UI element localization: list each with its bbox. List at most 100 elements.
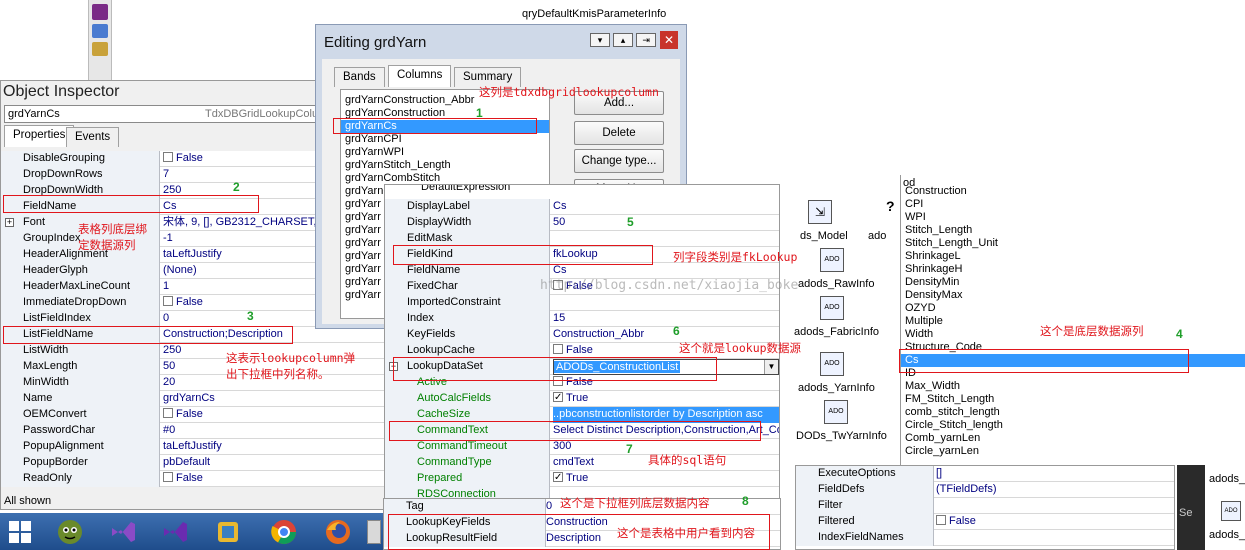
- property-value[interactable]: False: [936, 514, 1174, 530]
- ado-dataset-icon[interactable]: ADO: [820, 296, 844, 320]
- field-list-item[interactable]: ShrinkageH: [901, 263, 1245, 276]
- field-list-item[interactable]: Stitch_Length: [901, 224, 1245, 237]
- property-value[interactable]: ADODs_ConstructionList ▼: [553, 359, 779, 375]
- property-value[interactable]: ..pbconstructionlistorder by Description…: [553, 407, 779, 423]
- chrome-icon[interactable]: [264, 513, 304, 550]
- property-row[interactable]: Filtered False: [796, 514, 1174, 530]
- property-value[interactable]: False: [163, 407, 392, 423]
- component-palette-icon[interactable]: [92, 24, 108, 38]
- property-row[interactable]: ImportedConstraint: [385, 295, 779, 311]
- column-list-item[interactable]: grdYarnConstruction: [341, 107, 549, 120]
- property-value[interactable]: Select Distinct Description,Construction…: [553, 423, 779, 439]
- property-row[interactable]: Active False: [385, 375, 779, 391]
- checkbox[interactable]: [163, 296, 173, 306]
- checkbox[interactable]: [163, 152, 173, 162]
- property-row[interactable]: ListFieldName Construction;Description: [1, 327, 394, 343]
- property-row[interactable]: Name grdYarnCs: [1, 391, 394, 407]
- expand-icon[interactable]: +: [5, 218, 14, 227]
- field-list[interactable]: Construction CPI WPI Stitch_Length Stitch_Le…: [901, 185, 1245, 458]
- checkbox[interactable]: [163, 408, 173, 418]
- tortoise-app-icon[interactable]: [50, 513, 90, 550]
- property-value[interactable]: 50: [553, 215, 779, 231]
- close-icon[interactable]: ✕: [660, 31, 678, 49]
- column-list-item[interactable]: grdYarnWPI: [341, 146, 549, 159]
- field-list-item[interactable]: FM_Stitch_Length: [901, 393, 1245, 406]
- property-value[interactable]: [553, 231, 779, 247]
- field-list-item[interactable]: DensityMax: [901, 289, 1245, 302]
- property-value[interactable]: #0: [163, 423, 392, 439]
- column-list-item[interactable]: grdYarnCPI: [341, 133, 549, 146]
- property-row[interactable]: ExecuteOptions []: [796, 466, 1174, 482]
- tab-events[interactable]: Events: [66, 127, 120, 147]
- component-palette-icon[interactable]: [92, 42, 108, 56]
- property-row[interactable]: PopupBorder pbDefault: [1, 455, 394, 471]
- property-value[interactable]: grdYarnCs: [163, 391, 392, 407]
- column-list-item[interactable]: grdYarnCs: [341, 120, 549, 133]
- component-palette-icon[interactable]: [92, 4, 108, 20]
- property-value[interactable]: 15: [553, 311, 779, 327]
- checkbox[interactable]: [936, 515, 946, 525]
- property-row[interactable]: OEMConvert False: [1, 407, 394, 423]
- property-row[interactable]: FieldName Cs: [385, 263, 779, 279]
- tab-bands[interactable]: Bands: [334, 67, 385, 87]
- column-list-item[interactable]: grdYarnStitch_Length: [341, 159, 549, 172]
- property-row[interactable]: CacheSize ..pbconstructionlistorder by De…: [385, 407, 779, 423]
- checkbox[interactable]: [553, 344, 563, 354]
- minimize-icon[interactable]: ▾: [590, 33, 610, 47]
- visual-studio-icon[interactable]: [103, 513, 143, 550]
- checkbox[interactable]: [553, 376, 563, 386]
- field-list-item[interactable]: CPI: [901, 198, 1245, 211]
- ado-dataset-icon[interactable]: ADO: [820, 248, 844, 272]
- property-row[interactable]: EditMask: [385, 231, 779, 247]
- property-row[interactable]: PasswordChar #0: [1, 423, 394, 439]
- property-row[interactable]: ReadOnly False: [1, 471, 394, 487]
- property-row[interactable]: CommandText Select Distinct Description,C…: [385, 423, 779, 439]
- checkbox[interactable]: [553, 391, 563, 405]
- delete-button[interactable]: Delete: [574, 121, 664, 145]
- collapse-icon[interactable]: −: [389, 362, 398, 371]
- field-list-item[interactable]: ShrinkageL: [901, 250, 1245, 263]
- field-list-item[interactable]: Cs: [901, 354, 1245, 367]
- property-value[interactable]: True: [553, 391, 779, 407]
- property-value[interactable]: [936, 498, 1174, 514]
- property-row[interactable]: MinWidth 20: [1, 375, 394, 391]
- ado-dataset-icon[interactable]: ADO: [820, 352, 844, 376]
- checkbox[interactable]: [163, 472, 173, 482]
- property-row[interactable]: Filter: [796, 498, 1174, 514]
- property-row[interactable]: Prepared True: [385, 471, 779, 487]
- property-value[interactable]: False: [163, 471, 392, 487]
- property-value[interactable]: [553, 295, 779, 311]
- visual-studio-2-icon[interactable]: [155, 513, 195, 550]
- field-list-item[interactable]: comb_stitch_length: [901, 406, 1245, 419]
- property-row[interactable]: − LookupDataSet ADODs_ConstructionList ▼: [385, 359, 779, 375]
- field-list-item[interactable]: Comb_yarnLen: [901, 432, 1245, 445]
- tab-columns[interactable]: Columns: [388, 65, 452, 87]
- field-list-item[interactable]: Structure_Code: [901, 341, 1245, 354]
- property-value[interactable]: pbDefault: [163, 455, 392, 471]
- property-value[interactable]: taLeftJustify: [163, 439, 392, 455]
- property-row[interactable]: FieldDefs (TFieldDefs): [796, 482, 1174, 498]
- field-list-item[interactable]: OZYD: [901, 302, 1245, 315]
- change-type-button[interactable]: Change type...: [574, 149, 664, 173]
- chevron-down-icon[interactable]: ▼: [764, 360, 778, 374]
- property-row[interactable]: Index 15: [385, 311, 779, 327]
- property-value[interactable]: []: [936, 466, 1174, 482]
- field-list-item[interactable]: WPI: [901, 211, 1245, 224]
- property-value[interactable]: Construction;Description: [163, 327, 392, 343]
- property-value[interactable]: [936, 530, 1174, 546]
- ado-dataset-icon[interactable]: ADO: [824, 400, 848, 424]
- property-row[interactable]: AutoCalcFields True: [385, 391, 779, 407]
- restore-icon[interactable]: ⇥: [636, 33, 657, 47]
- tab-properties[interactable]: Properties: [4, 125, 75, 147]
- field-list-item[interactable]: Circle_yarnLen: [901, 445, 1245, 458]
- field-list-item[interactable]: DensityMin: [901, 276, 1245, 289]
- ado-dataset-icon[interactable]: ADO: [1221, 501, 1241, 521]
- maximize-icon[interactable]: ▴: [613, 33, 634, 47]
- delphi-icon[interactable]: [208, 513, 248, 550]
- field-list-item[interactable]: Circle_Stitch_length: [901, 419, 1245, 432]
- component-ds-model[interactable]: ⇲: [808, 200, 832, 224]
- property-row[interactable]: DisplayLabel Cs: [385, 199, 779, 215]
- property-value[interactable]: False: [553, 375, 779, 391]
- field-list-item[interactable]: Construction: [901, 185, 1245, 198]
- property-value[interactable]: Cs: [553, 263, 779, 279]
